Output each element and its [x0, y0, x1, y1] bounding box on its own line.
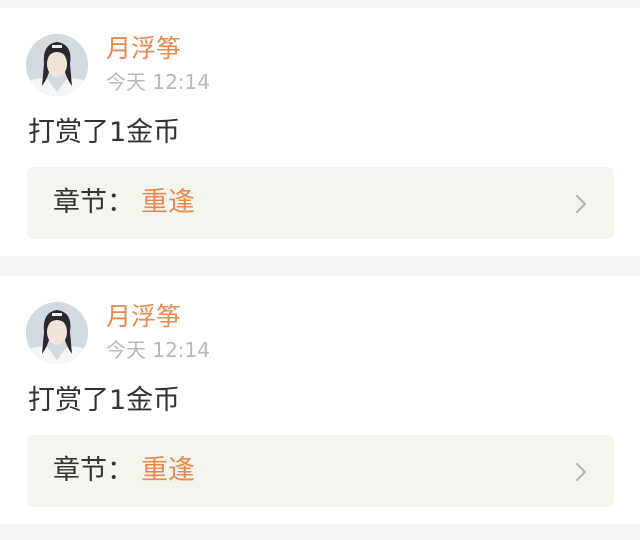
timestamp: 今天 12:14 [106, 338, 210, 362]
chapter-title: 重逢 [141, 455, 195, 486]
chapter-link[interactable]: 章节： 重逢 [27, 435, 614, 507]
user-avatar-icon[interactable] [26, 34, 88, 96]
chevron-right-icon [575, 462, 587, 482]
chapter-title: 重逢 [141, 187, 195, 218]
chapter-label: 章节： [53, 455, 134, 486]
reward-action-text: 打赏了1金币 [28, 117, 181, 148]
chevron-right-icon [575, 194, 587, 214]
feed-item: 月浮筝 今天 12:14 打赏了1金币 章节： 重逢 [0, 8, 640, 256]
timestamp: 今天 12:14 [106, 70, 210, 94]
user-avatar-icon[interactable] [26, 302, 88, 364]
reward-action-text: 打赏了1金币 [28, 385, 181, 416]
chapter-link[interactable]: 章节： 重逢 [27, 167, 614, 239]
reward-feed: 月浮筝 今天 12:14 打赏了1金币 章节： 重逢 月浮筝 今天 12:14 … [0, 0, 640, 540]
chapter-label: 章节： [53, 187, 134, 218]
feed-item: 月浮筝 今天 12:14 打赏了1金币 章节： 重逢 [0, 276, 640, 524]
username[interactable]: 月浮筝 [106, 300, 181, 334]
username[interactable]: 月浮筝 [106, 32, 181, 66]
